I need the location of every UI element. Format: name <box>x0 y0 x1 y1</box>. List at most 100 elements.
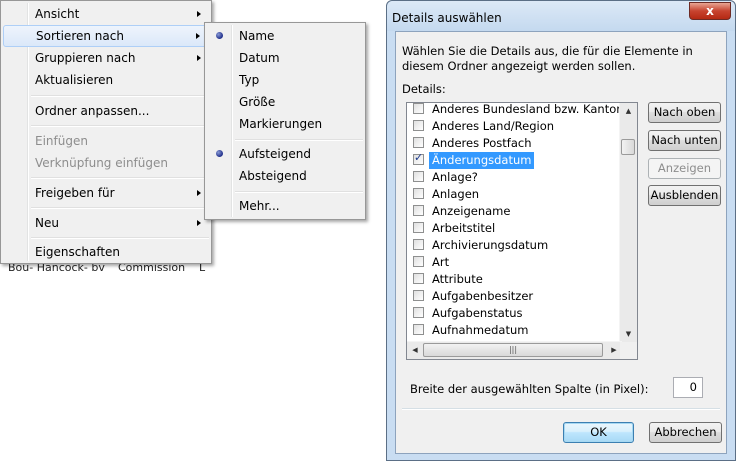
details-list-item[interactable]: Aufgabenbesitzer <box>407 288 622 305</box>
checkbox[interactable] <box>413 239 424 250</box>
details-list-item[interactable]: Anderes Postfach <box>407 135 622 152</box>
details-list-item-label: Anlage? <box>432 170 478 184</box>
submenu-arrow-icon <box>197 11 201 17</box>
menu-item-verknuepfung-einfuegen[interactable]: Verknüpfung einfügen <box>3 152 209 174</box>
scroll-up-icon[interactable]: ▲ <box>620 103 637 119</box>
close-button[interactable]: x <box>689 2 731 20</box>
sort-item-mehr[interactable]: Mehr... <box>207 195 363 217</box>
checkbox[interactable] <box>413 188 424 199</box>
details-list-item[interactable]: Archivierungsdatum <box>407 237 622 254</box>
close-icon: x <box>706 4 714 18</box>
sort-item-label: Absteigend <box>239 169 307 183</box>
checkbox[interactable] <box>413 290 424 301</box>
menu-separator <box>31 237 209 239</box>
details-list-item[interactable]: Anderes Land/Region <box>407 118 622 135</box>
details-list-item-label: Art <box>432 255 450 269</box>
menu-item-aktualisieren[interactable]: Aktualisieren <box>3 69 209 91</box>
checkbox[interactable] <box>413 222 424 233</box>
sort-item-label: Mehr... <box>239 199 280 213</box>
checkbox[interactable] <box>413 137 424 148</box>
checkmark-icon: ✓ <box>414 151 424 164</box>
checkbox[interactable] <box>413 256 424 267</box>
sort-item-datum[interactable]: Datum <box>207 47 363 69</box>
checkbox[interactable] <box>413 324 424 335</box>
details-list-item-label: Änderungsdatum <box>429 152 535 169</box>
menu-item-label: Gruppieren nach <box>35 51 136 65</box>
show-button[interactable]: Anzeigen <box>648 158 721 179</box>
sort-item-label: Name <box>239 29 275 43</box>
details-list: Anderes Bundesland bzw. Kanton Anderes La… <box>407 103 624 339</box>
move-up-button[interactable]: Nach oben <box>648 102 721 123</box>
ok-button[interactable]: OK <box>563 422 634 443</box>
details-list-item[interactable]: Art <box>407 254 622 271</box>
sort-item-absteigend[interactable]: Absteigend <box>207 165 363 187</box>
submenu-arrow-icon <box>197 220 201 226</box>
sort-item-label: Markierungen <box>239 117 323 131</box>
move-down-button[interactable]: Nach unten <box>648 130 721 151</box>
checkbox[interactable] <box>413 205 424 216</box>
vertical-scrollbar[interactable]: ▲ ▼ <box>619 103 637 342</box>
dialog-titlebar[interactable]: Details auswählen x <box>387 1 735 31</box>
details-list-item[interactable]: Anlagen <box>407 186 622 203</box>
sort-item-aufsteigend[interactable]: Aufsteigend <box>207 143 363 165</box>
details-list-item-label: Attribute <box>432 272 483 286</box>
details-list-item-label: Arbeitstitel <box>432 221 496 235</box>
dialog-title: Details auswählen <box>392 11 502 25</box>
menu-separator <box>235 191 363 193</box>
column-width-label: Breite der ausgewählten Spalte (in Pixel… <box>410 382 649 396</box>
checkbox[interactable] <box>413 103 424 114</box>
menu-item-freigeben-fuer[interactable]: Freigeben für <box>3 182 209 204</box>
menu-item-sortieren-nach[interactable]: Sortieren nach <box>3 25 209 47</box>
details-list-item-label: Anderes Bundesland bzw. Kanton <box>432 102 624 116</box>
checkbox[interactable] <box>413 273 424 284</box>
scroll-down-icon[interactable]: ▼ <box>620 326 637 342</box>
scroll-left-icon[interactable]: ◀ <box>407 342 423 359</box>
menu-item-eigenschaften[interactable]: Eigenschaften <box>3 241 209 263</box>
details-list-item[interactable]: ✓ Änderungsdatum <box>407 151 622 169</box>
checkbox[interactable]: ✓ <box>413 151 424 165</box>
sort-item-label: Größe <box>239 95 276 109</box>
radio-bullet-icon <box>216 150 223 157</box>
details-list-item[interactable]: Anlage? <box>407 169 622 186</box>
details-list-item[interactable]: Anzeigename <box>407 203 622 220</box>
details-list-item-label: Anlagen <box>432 187 480 201</box>
details-list-item[interactable]: Anderes Bundesland bzw. Kanton <box>407 103 624 118</box>
column-width-input[interactable]: 0 <box>673 377 703 398</box>
menu-item-neu[interactable]: Neu <box>3 212 209 234</box>
menu-item-gruppieren-nach[interactable]: Gruppieren nach <box>3 47 209 69</box>
vertical-scroll-thumb[interactable] <box>621 139 635 155</box>
sort-item-markierungen[interactable]: Markierungen <box>207 113 363 135</box>
menu-item-label: Aktualisieren <box>35 73 114 87</box>
details-list-item[interactable]: Arbeitstitel <box>407 220 622 237</box>
details-list-item[interactable]: Attribute <box>407 271 622 288</box>
submenu-arrow-icon <box>196 33 200 39</box>
sort-item-label: Typ <box>239 73 260 87</box>
horizontal-scrollbar[interactable]: ◀ ||| ▶ <box>407 341 622 359</box>
sort-item-groesse[interactable]: Größe <box>207 91 363 113</box>
sort-item-name[interactable]: Name <box>207 25 363 47</box>
menu-item-label: Verknüpfung einfügen <box>35 156 168 170</box>
dialog-description: Wählen Sie die Details aus, die für die … <box>402 44 693 73</box>
menu-item-ordner-anpassen[interactable]: Ordner anpassen... <box>3 100 209 122</box>
details-listbox[interactable]: Anderes Bundesland bzw. Kanton Anderes La… <box>406 102 638 360</box>
menu-item-label: Freigeben für <box>35 186 115 200</box>
horizontal-scroll-thumb[interactable]: ||| <box>423 343 603 357</box>
radio-bullet-icon <box>216 32 223 39</box>
dialog-divider <box>402 408 720 410</box>
details-list-item-label: Aufnahmedatum <box>432 323 529 337</box>
sort-item-typ[interactable]: Typ <box>207 69 363 91</box>
scrollbar-corner <box>620 342 637 359</box>
cancel-button[interactable]: Abbrechen <box>649 422 722 443</box>
menu-item-ansicht[interactable]: Ansicht <box>3 3 209 25</box>
details-dialog: Details auswählen x Wählen Sie die Detai… <box>386 0 736 461</box>
menu-item-label: Einfügen <box>35 134 88 148</box>
menu-item-label: Sortieren nach <box>36 29 124 43</box>
menu-separator <box>31 207 209 209</box>
checkbox[interactable] <box>413 171 424 182</box>
checkbox[interactable] <box>413 307 424 318</box>
details-list-item[interactable]: Aufgabenstatus <box>407 305 622 322</box>
menu-item-einfuegen[interactable]: Einfügen <box>3 130 209 152</box>
checkbox[interactable] <box>413 120 424 131</box>
details-list-item[interactable]: Aufnahmedatum <box>407 322 622 339</box>
hide-button[interactable]: Ausblenden <box>648 185 721 206</box>
